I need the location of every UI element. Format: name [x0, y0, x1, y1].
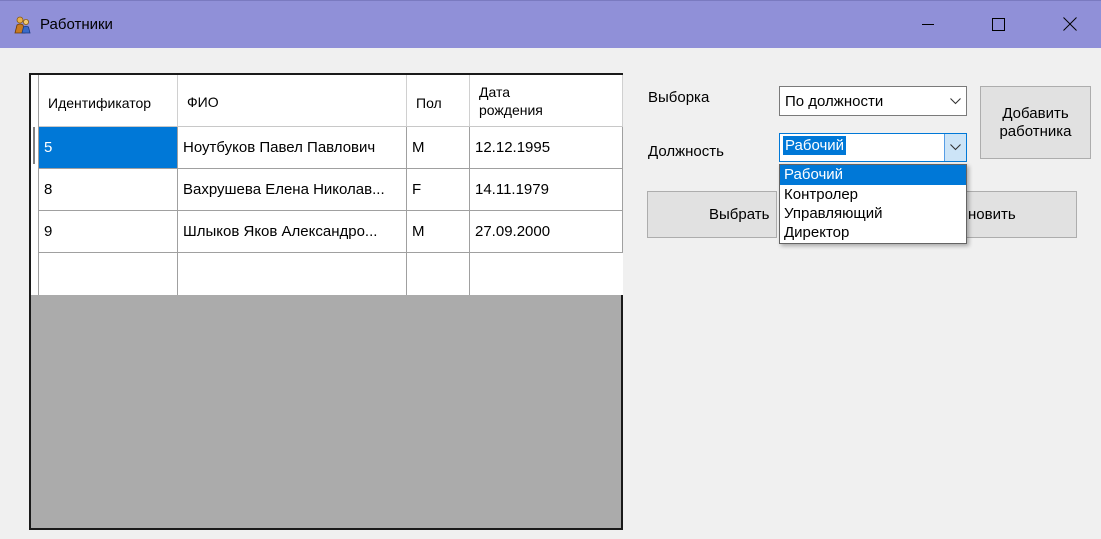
new-row-cell[interactable] — [178, 253, 407, 295]
workers-grid[interactable]: Идентификатор ФИО Пол Дата рождения 5 Но… — [29, 73, 623, 530]
chevron-down-icon[interactable] — [944, 87, 966, 115]
select-button[interactable]: Выбрать — [647, 191, 777, 238]
table-cell-name[interactable]: Вахрушева Елена Николав... — [178, 169, 407, 211]
column-header-sex-label: Пол — [416, 95, 442, 111]
table-cell-name[interactable]: Шлыков Яков Александро... — [178, 211, 407, 253]
column-header-id-label: Идентификатор — [48, 95, 152, 111]
column-header-birth-date-line2: рождения — [479, 102, 543, 118]
refresh-button[interactable]: новить — [955, 191, 1077, 238]
position-combobox[interactable]: Рабочий — [779, 133, 967, 162]
table-cell-id[interactable]: 5 — [39, 127, 178, 169]
table-cell-birth[interactable]: 27.09.2000 — [470, 211, 623, 253]
table-cell-id[interactable]: 8 — [39, 169, 178, 211]
close-button[interactable] — [1047, 0, 1093, 48]
maximize-button[interactable] — [975, 0, 1021, 48]
close-icon — [1063, 17, 1077, 31]
select-button-label: Выбрать — [709, 206, 770, 223]
column-header-id[interactable]: Идентификатор — [39, 75, 178, 127]
column-header-name[interactable]: ФИО — [178, 75, 407, 127]
people-icon — [14, 16, 31, 34]
refresh-button-label: новить — [968, 206, 1016, 223]
dropdown-option[interactable]: Управляющий — [780, 204, 966, 224]
table-cell-sex[interactable]: M — [407, 211, 470, 253]
add-worker-label-line1: Добавить — [1002, 105, 1069, 122]
new-row-cell[interactable] — [407, 253, 470, 295]
window-title: Работники — [40, 16, 113, 33]
column-header-birth-date-line1: Дата — [479, 84, 511, 100]
position-value: Рабочий — [783, 136, 847, 155]
dropdown-option[interactable]: Контролер — [780, 185, 966, 205]
add-worker-label-line2: работника — [999, 123, 1072, 140]
table-cell-birth[interactable]: 14.11.1979 — [470, 169, 623, 211]
dropdown-option[interactable]: Рабочий — [780, 165, 966, 185]
table-cell-sex[interactable]: F — [407, 169, 470, 211]
current-row-marker — [33, 127, 35, 164]
column-header-sex[interactable]: Пол — [407, 75, 470, 127]
column-header-name-label: ФИО — [187, 94, 219, 110]
row-header-column[interactable] — [31, 75, 39, 295]
chevron-down-icon[interactable] — [944, 134, 966, 161]
table-cell-name[interactable]: Ноутбуков Павел Павлович — [178, 127, 407, 169]
dropdown-option[interactable]: Директор — [780, 223, 966, 243]
table-cell-id[interactable]: 9 — [39, 211, 178, 253]
selection-combobox[interactable]: По должности — [779, 86, 967, 116]
selection-label: Выборка — [648, 89, 710, 106]
table-cell-birth[interactable]: 12.12.1995 — [470, 127, 623, 169]
column-header-birth-date[interactable]: Дата рождения — [470, 75, 623, 127]
position-dropdown-list[interactable]: Рабочий Контролер Управляющий Директор — [779, 164, 967, 244]
new-row-cell[interactable] — [39, 253, 178, 295]
title-bar: Работники — [0, 0, 1101, 48]
minimize-icon — [922, 24, 934, 25]
minimize-button[interactable] — [905, 0, 951, 48]
maximize-icon — [991, 17, 1005, 31]
table-cell-sex[interactable]: M — [407, 127, 470, 169]
new-row-cell[interactable] — [470, 253, 623, 295]
add-worker-button[interactable]: Добавить работника — [980, 86, 1091, 159]
position-label: Должность — [648, 143, 724, 160]
selection-value: По должности — [785, 93, 884, 110]
